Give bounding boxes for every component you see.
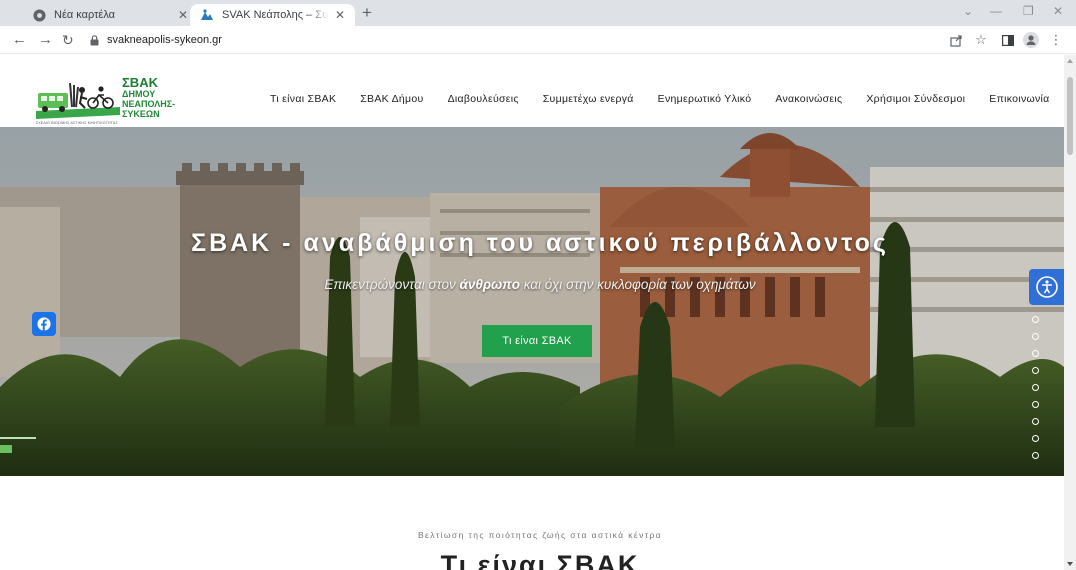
star-icon[interactable]: ☆ [973,31,989,49]
side-tab[interactable] [0,445,12,453]
hero-subtitle-bold: άνθρωπο [459,277,520,292]
restore-icon[interactable]: ❐ [1023,4,1034,18]
facebook-icon[interactable] [32,312,56,336]
logo-caption: ΣΧΕΔΙΟ ΒΙΩΣΙΜΗΣ ΑΣΤΙΚΗΣ ΚΙΝΗΤΙΚΟΤΗΤΑΣ [36,121,118,125]
browser-toolbar: ← → ↻ svakneapolis-sykeon.gr ☆ ⋮ [0,26,1076,54]
nav-item-diavouleuseis[interactable]: Διαβουλεύσεις [448,93,519,107]
hero-background-image [0,127,1064,476]
forward-arrow-icon[interactable]: → [38,30,53,50]
nav-item-symmetexo-energa[interactable]: Συμμετέχω ενεργά [543,93,634,107]
chrome-favicon-icon [32,8,46,22]
url-text: svakneapolis-sykeon.gr [107,34,222,46]
nav-item-svak-dimou[interactable]: ΣΒΑΚ Δήμου [360,93,423,107]
tab-close-icon[interactable]: ✕ [178,8,188,22]
scrollbar-thumb[interactable] [1067,77,1073,155]
hero-subtitle-pre: Επικεντρώνονται στον [324,277,460,292]
logo-line-3: ΝΕΑΠΟΛΗΣ- [122,99,176,109]
slider-dot[interactable] [1032,452,1039,459]
hero-subtitle-post: και όχι στην κυκλοφορία των οχημάτων [519,277,756,292]
nav-item-epikoinonia[interactable]: Επικοινωνία [989,93,1049,107]
hero-subtitle: Επικεντρώνονται στον άνθρωπο και όχι στη… [0,277,1064,292]
logo-line-1: ΣΒΑΚ [122,75,158,90]
slider-dot[interactable] [1032,384,1039,391]
sidebar-icon[interactable] [1000,31,1016,49]
tab-search-icon[interactable]: ⌄ [963,4,973,18]
new-tab-icon[interactable]: + [362,3,372,23]
scroll-down-icon[interactable] [1067,562,1073,566]
site-header: ΣΒΑΚ ΔΗΜΟΥ ΝΕΑΠΟΛΗΣ- ΣΥΚΕΩΝ ΣΧΕΔΙΟ ΒΙΩΣΙ… [0,55,1064,127]
slider-dot[interactable] [1032,367,1039,374]
tab-close-icon[interactable]: ✕ [335,8,345,22]
logo-line-2: ΔΗΜΟΥ [122,89,156,99]
nav-item-anakoinoseis[interactable]: Ανακοινώσεις [775,93,842,107]
tab-strip: Νέα καρτέλα ✕ SVAK Νεάπολης – Συκεών – S… [0,0,1076,26]
minimize-icon[interactable]: — [990,4,1002,18]
slider-dot[interactable] [1032,418,1039,425]
nav-item-ti-einai-svak[interactable]: Τι είναι ΣΒΑΚ [270,93,336,107]
slider-dot[interactable] [1032,316,1039,323]
slider-dots [1032,316,1042,469]
svak-favicon-icon [200,8,214,22]
window-close-icon[interactable]: ✕ [1053,4,1063,18]
slider-dot[interactable] [1032,333,1039,340]
side-decoration-line [0,437,36,439]
hero-slider: ΣΒΑΚ - αναβάθμιση του αστικού περιβάλλον… [0,127,1064,476]
slider-dot[interactable] [1032,401,1039,408]
menu-icon[interactable]: ⋮ [1050,31,1063,49]
hero-cta-button[interactable]: Τι είναι ΣΒΑΚ [482,325,592,357]
tab-title: SVAK Νεάπολης – Συκεών – SVAK [222,9,329,21]
logo-line-4: ΣΥΚΕΩΝ [122,109,160,119]
tab-svak[interactable]: SVAK Νεάπολης – Συκεών – SVAK ✕ [190,4,355,26]
section-tagline: Βελτίωση της ποιότητας ζωής στα αστικά κ… [417,530,663,540]
slider-dot[interactable] [1032,435,1039,442]
accessibility-icon[interactable] [1029,269,1064,305]
back-arrow-icon[interactable]: ← [12,30,27,50]
section-title: Τι είναι ΣΒΑΚ [440,550,640,570]
share-icon[interactable] [948,31,964,49]
hero-title: ΣΒΑΚ - αναβάθμιση του αστικού περιβάλλον… [191,229,889,257]
tab-title: Νέα καρτέλα [54,9,116,21]
page-scrollbar[interactable] [1064,55,1076,570]
tab-new-tab[interactable]: Νέα καρτέλα ✕ [22,4,198,26]
address-bar[interactable]: svakneapolis-sykeon.gr [90,29,940,51]
site-logo[interactable]: ΣΒΑΚ ΔΗΜΟΥ ΝΕΑΠΟΛΗΣ- ΣΥΚΕΩΝ ΣΧΕΔΙΟ ΒΙΩΣΙ… [36,73,186,125]
main-nav: Τι είναι ΣΒΑΚ ΣΒΑΚ Δήμου Διαβουλεύσεις Σ… [270,93,1050,107]
profile-icon[interactable] [1022,31,1040,49]
reload-icon[interactable]: ↻ [62,30,74,50]
nav-item-enimerotiko-yliko[interactable]: Ενημερωτικό Υλικό [658,93,752,107]
slider-dot[interactable] [1032,350,1039,357]
logo-vehicles-icon [36,81,120,119]
lock-icon [90,34,99,45]
scroll-up-icon[interactable] [1067,59,1073,63]
logo-text: ΣΒΑΚ ΔΗΜΟΥ ΝΕΑΠΟΛΗΣ- ΣΥΚΕΩΝ [122,76,175,119]
page-viewport: ΣΒΑΚ ΔΗΜΟΥ ΝΕΑΠΟΛΗΣ- ΣΥΚΕΩΝ ΣΧΕΔΙΟ ΒΙΩΣΙ… [0,55,1064,570]
nav-item-xrisimoi-syndesmoi[interactable]: Χρήσιμοι Σύνδεσμοι [866,93,965,107]
